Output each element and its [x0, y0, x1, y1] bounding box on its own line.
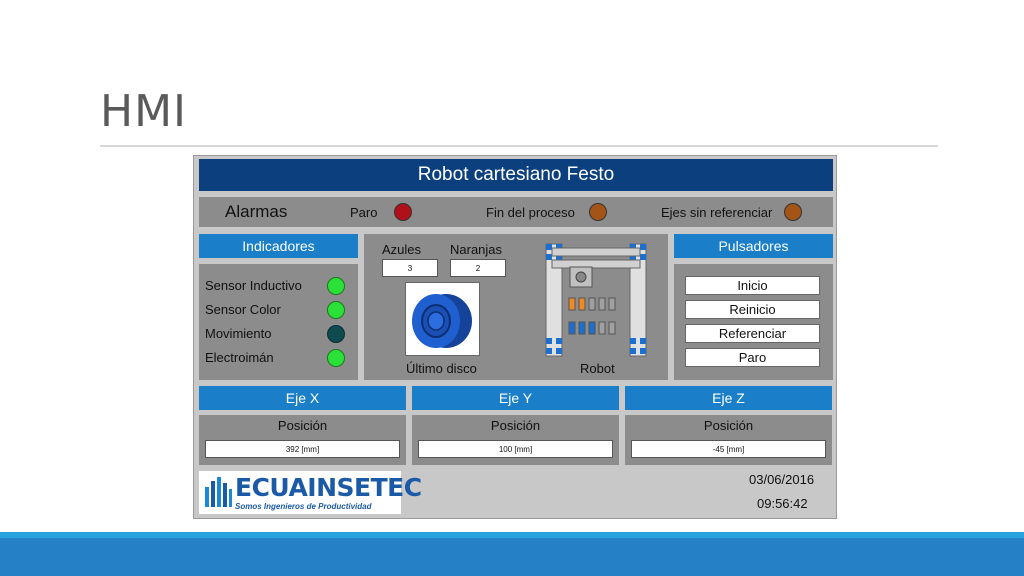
axis-x-position-field: 392 [mm]	[205, 440, 400, 458]
alarm-bar: Alarmas Paro Fin del proceso Ejes sin re…	[199, 197, 833, 227]
inicio-button[interactable]: Inicio	[685, 276, 820, 295]
indicators-header: Indicadores	[199, 234, 358, 258]
referenciar-button[interactable]: Referenciar	[685, 324, 820, 343]
logo-building-icon	[205, 477, 232, 507]
alarm-label-ejes-sin-referenciar: Ejes sin referenciar	[661, 205, 773, 220]
company-logo: ECUAINSETEC Somos Ingenieros de Producti…	[199, 471, 422, 514]
indicator-lamp-movimiento	[327, 325, 345, 343]
axis-z-position-label: Posición	[703, 418, 754, 433]
axis-y-header: Eje Y	[412, 386, 619, 410]
indicator-lamp-sensor-inductivo	[327, 277, 345, 295]
axis-z-position-field: -45 [mm]	[631, 440, 826, 458]
robot-label: Robot	[580, 361, 615, 376]
slide-title: HMI	[100, 86, 188, 137]
last-disc-label: Último disco	[406, 361, 477, 376]
indicator-lamp-sensor-color	[327, 301, 345, 319]
indicator-label-sensor-inductivo: Sensor Inductivo	[205, 278, 302, 293]
current-date: 03/06/2016	[749, 472, 815, 487]
orange-count-field: 2	[450, 259, 506, 277]
buttons-panel: Inicio Reinicio Referenciar Paro	[674, 264, 833, 380]
logo-tagline: Somos Ingenieros de Productividad	[235, 502, 372, 511]
disc-icon	[412, 294, 472, 348]
axis-z-panel: Posición -45 [mm]	[625, 415, 832, 465]
alarm-lamp-ejes-sin-referenciar	[784, 203, 802, 221]
axis-z-header: Eje Z	[625, 386, 832, 410]
slide: HMI Robot cartesiano Festo Alarmas Paro …	[0, 0, 1024, 576]
paro-button[interactable]: Paro	[685, 348, 820, 367]
axis-y-position-label: Posición	[490, 418, 541, 433]
hmi-screen: Robot cartesiano Festo Alarmas Paro Fin …	[193, 155, 837, 519]
axis-x-header: Eje X	[199, 386, 406, 410]
axis-x-panel: Posición 392 [mm]	[199, 415, 406, 465]
alarm-label-paro: Paro	[350, 205, 378, 220]
indicator-label-sensor-color: Sensor Color	[205, 302, 281, 317]
axis-y-position-field: 100 [mm]	[418, 440, 613, 458]
alarm-lamp-paro	[394, 203, 412, 221]
axis-x-position-label: Posición	[277, 418, 328, 433]
buttons-header: Pulsadores	[674, 234, 833, 258]
indicators-panel: Sensor Inductivo Sensor Color Movimiento…	[199, 264, 358, 380]
indicator-lamp-electroiman	[327, 349, 345, 367]
process-panel: Azules 3 Naranjas 2 Último disco Robot	[364, 234, 668, 380]
reinicio-button[interactable]: Reinicio	[685, 300, 820, 319]
indicator-label-electroiman: Electroimán	[205, 350, 274, 365]
last-disc-image	[405, 282, 480, 356]
hmi-title: Robot cartesiano Festo	[199, 159, 833, 191]
logo-name: ECUAINSETEC	[235, 473, 422, 502]
alarm-lamp-fin-proceso	[589, 203, 607, 221]
axis-y-panel: Posición 100 [mm]	[412, 415, 619, 465]
title-divider	[100, 145, 938, 147]
footer-bar	[0, 538, 1024, 576]
alarm-title: Alarmas	[225, 202, 288, 221]
blue-count-field: 3	[382, 259, 438, 277]
orange-count-label: Naranjas	[450, 242, 503, 257]
current-time: 09:56:42	[757, 496, 808, 511]
alarm-label-fin-proceso: Fin del proceso	[486, 205, 575, 220]
indicator-label-movimiento: Movimiento	[205, 326, 272, 341]
robot-diagram-icon	[545, 243, 647, 357]
blue-count-label: Azules	[382, 242, 422, 257]
